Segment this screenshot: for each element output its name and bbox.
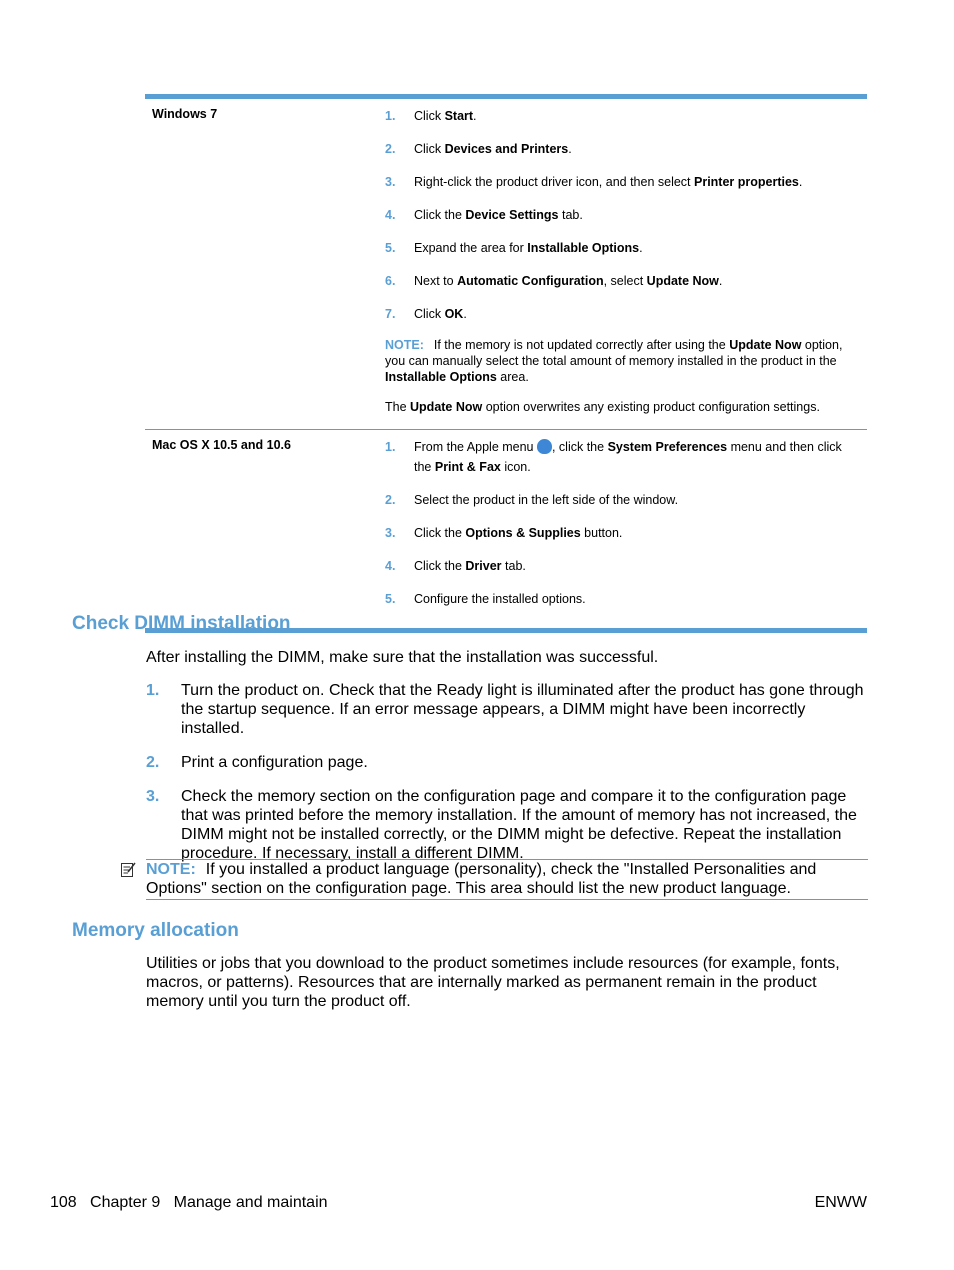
heading-memory-allocation: Memory allocation <box>72 920 239 941</box>
step-text: Right-click the product driver icon, and… <box>414 175 803 189</box>
os-steps: 1. Click Start. 2. Click Devices and Printe… <box>385 99 867 429</box>
step-item: 5. Configure the installed options. <box>385 589 860 609</box>
step-item: 1. Click Start. <box>385 106 860 126</box>
apple-icon <box>536 439 552 454</box>
note-text: If you installed a product language (per… <box>146 861 817 897</box>
step-number: 4. <box>385 559 396 573</box>
step-item: 2. Click Devices and Printers. <box>385 139 860 159</box>
table-note: NOTE: If the memory is not updated correc… <box>385 338 843 384</box>
step-item: 3. Right-click the product driver icon, a… <box>385 172 860 192</box>
step-number: 1. <box>385 440 396 454</box>
step-text: Expand the area for Installable Options. <box>414 241 643 255</box>
step-number: 5. <box>385 241 396 255</box>
step-text: Click the Options & Supplies button. <box>414 526 623 540</box>
os-name: Mac OS X 10.5 and 10.6 <box>152 438 291 452</box>
step-number: 2. <box>385 142 396 156</box>
memory-allocation-paragraph: Utilities or jobs that you download to t… <box>146 955 840 1010</box>
step-text: Click Start. <box>414 109 477 123</box>
step-number: 3. <box>385 175 396 189</box>
step-item: 1. From the Apple menu , click the System… <box>385 437 860 477</box>
os-name: Windows 7 <box>152 107 218 121</box>
list-item: 3. Check the memory section on the config… <box>146 787 868 863</box>
step-number: 1. <box>385 109 396 123</box>
table-extra-text: The Update Now option overwrites any exi… <box>385 400 820 414</box>
list-number: 3. <box>146 788 160 805</box>
step-item: 4. Click the Driver tab. <box>385 556 860 576</box>
step-number: 5. <box>385 592 396 606</box>
step-number: 3. <box>385 526 396 540</box>
os-steps-table: Windows 7 1. Click Start. 2. Click Devices a… <box>145 94 867 633</box>
intro-paragraph: After installing the DIMM, make sure tha… <box>146 649 659 666</box>
step-item: 2. Select the product in the left side of… <box>385 490 860 510</box>
step-item: 6. Next to Automatic Configuration, selec… <box>385 271 860 291</box>
dimm-steps-list: 1. Turn the product on. Check that the Re… <box>146 681 868 878</box>
heading-check-dimm: Check DIMM installation <box>72 613 291 634</box>
step-item: 4. Click the Device Settings tab. <box>385 205 860 225</box>
note-label: NOTE: <box>385 338 424 352</box>
note-label: NOTE: <box>146 861 196 878</box>
step-text: Click the Device Settings tab. <box>414 208 583 222</box>
footer-right: ENWW <box>814 1194 867 1211</box>
step-number: 6. <box>385 274 396 288</box>
list-item: 1. Turn the product on. Check that the Re… <box>146 681 868 738</box>
footer-left: 108 Chapter 9 Manage and maintain <box>50 1194 328 1211</box>
note-icon <box>121 862 136 877</box>
list-text: Turn the product on. Check that the Read… <box>181 682 864 737</box>
note-box: NOTE: If you installed a product language… <box>121 859 868 900</box>
table-row: Mac OS X 10.5 and 10.6 1. From the Apple m… <box>145 429 867 628</box>
list-number: 1. <box>146 682 160 699</box>
step-item: 3. Click the Options & Supplies button. <box>385 523 860 543</box>
step-item: 5. Expand the area for Installable Option… <box>385 238 860 258</box>
step-number: 7. <box>385 307 396 321</box>
step-text: Click the Driver tab. <box>414 559 526 573</box>
document-page: Windows 7 1. Click Start. 2. Click Devices a… <box>0 0 954 1270</box>
step-number: 2. <box>385 493 396 507</box>
list-text: Check the memory section on the configur… <box>181 788 857 862</box>
step-item: 7. Click OK. <box>385 304 860 324</box>
step-text: Click Devices and Printers. <box>414 142 572 156</box>
list-item: 2. Print a configuration page. <box>146 753 868 772</box>
step-number: 4. <box>385 208 396 222</box>
step-text: Configure the installed options. <box>414 592 586 606</box>
step-text: From the Apple menu , click the System P… <box>414 439 842 474</box>
step-text: Next to Automatic Configuration, select … <box>414 274 723 288</box>
step-text: Select the product in the left side of t… <box>414 493 679 507</box>
list-number: 2. <box>146 754 160 771</box>
list-text: Print a configuration page. <box>181 754 368 771</box>
step-text: Click OK. <box>414 307 467 321</box>
os-steps: 1. From the Apple menu , click the System… <box>385 430 867 628</box>
table-row: Windows 7 1. Click Start. 2. Click Devices a… <box>145 99 867 429</box>
